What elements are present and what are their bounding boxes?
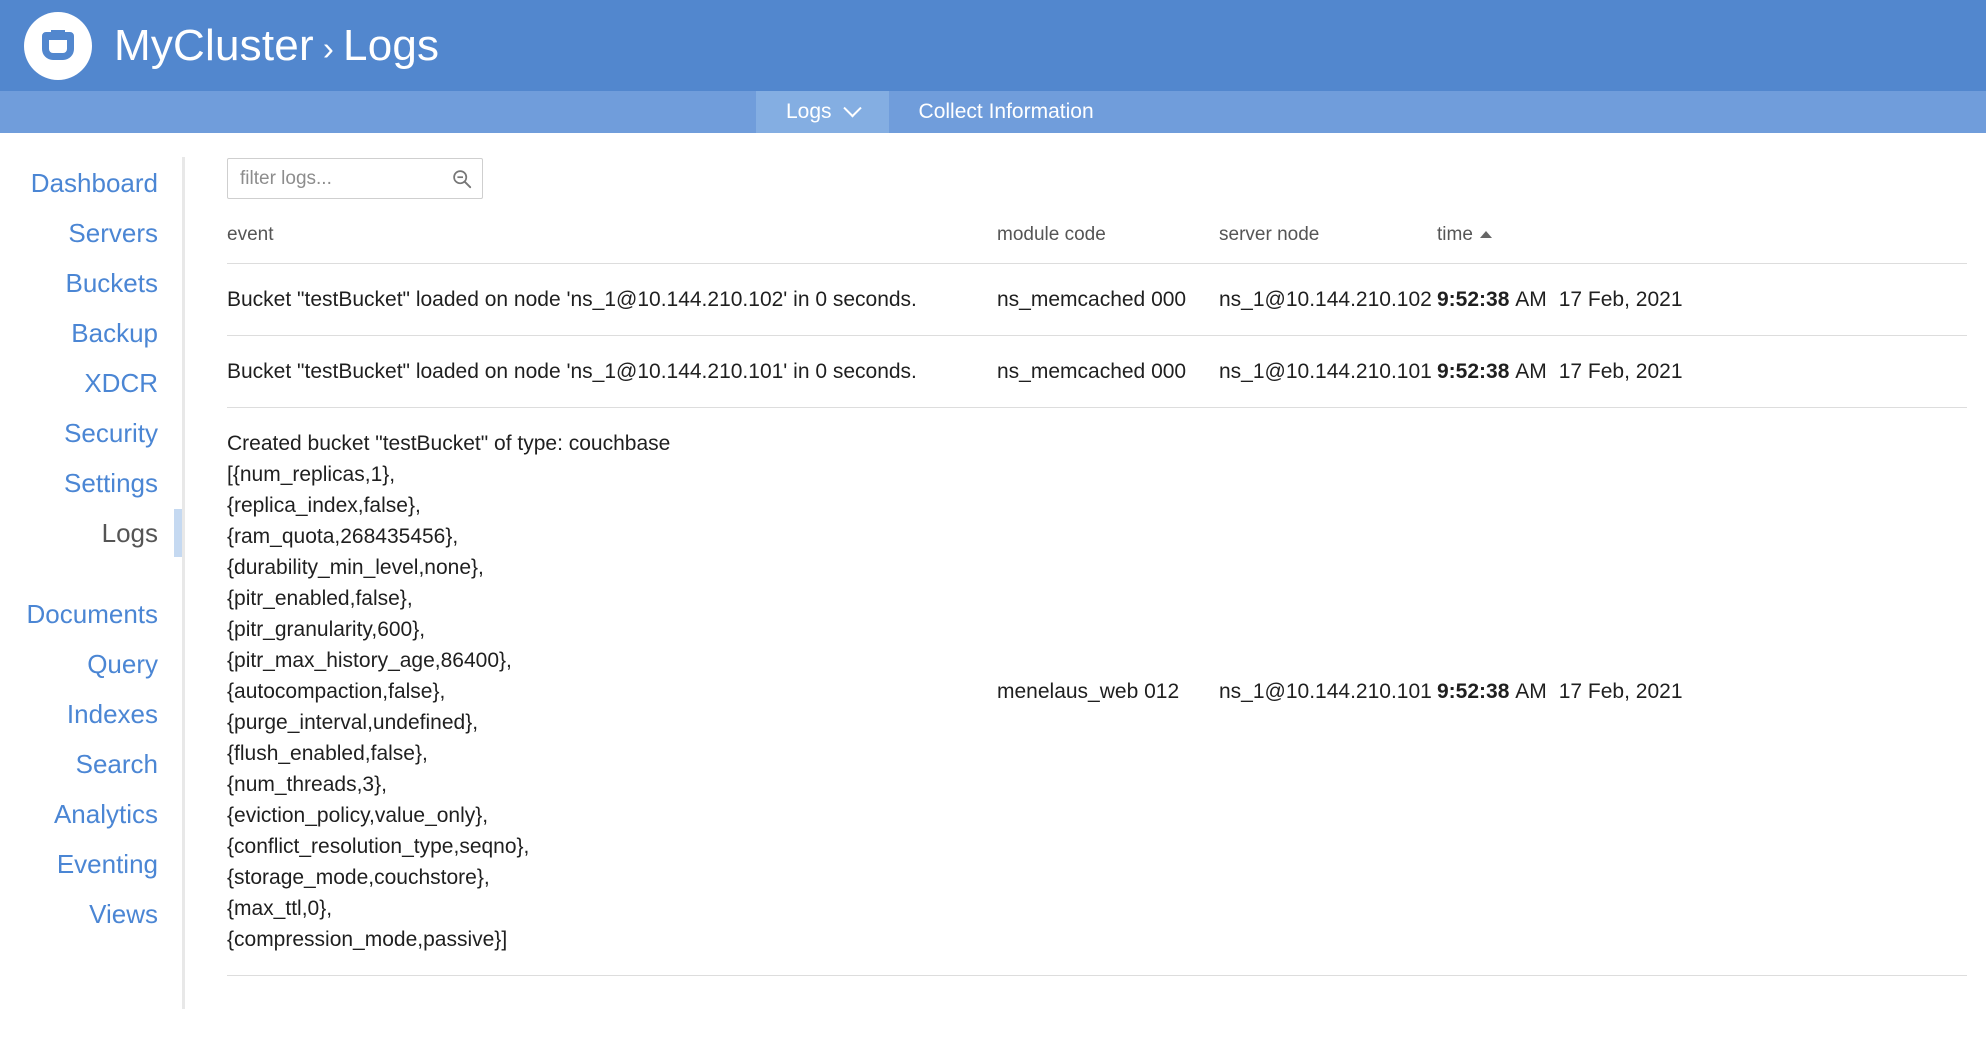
cell-event: Bucket "testBucket" loaded on node 'ns_1… — [227, 264, 997, 336]
cell-time-date: 17 Feb, 2021 — [1559, 288, 1683, 311]
sidebar-item-buckets[interactable]: Buckets — [0, 258, 185, 308]
app-header: MyCluster › Logs — [0, 0, 1986, 91]
sidebar-item-query[interactable]: Query — [0, 639, 185, 689]
main-content: event module code server node time Bucke… — [185, 133, 1986, 1044]
cell-server-node: ns_1@10.144.210.101 — [1219, 408, 1437, 976]
filter-logs-field[interactable] — [227, 158, 483, 199]
sidebar-item-dashboard[interactable]: Dashboard — [0, 158, 185, 208]
sidebar-active-indicator — [174, 509, 182, 557]
table-row[interactable]: Bucket "testBucket" loaded on node 'ns_1… — [227, 264, 1967, 336]
sidebar-group-spacer — [0, 558, 185, 589]
column-header-event[interactable]: event — [227, 224, 997, 264]
sidebar-item-search[interactable]: Search — [0, 739, 185, 789]
sidebar-item-logs-label: Logs — [102, 518, 158, 548]
caret-up-icon — [1480, 231, 1492, 238]
sidebar-group-secondary: Documents Query Indexes Search Analytics… — [0, 589, 185, 939]
cell-time: 9:52:38 AM 17 Feb, 2021 — [1437, 408, 1967, 976]
cell-time-value: 9:52:38 — [1437, 360, 1509, 383]
sidebar-item-xdcr[interactable]: XDCR — [0, 358, 185, 408]
cell-event: Bucket "testBucket" loaded on node 'ns_1… — [227, 336, 997, 408]
cell-time-value: 9:52:38 — [1437, 288, 1509, 311]
sidebar-item-servers[interactable]: Servers — [0, 208, 185, 258]
column-header-time[interactable]: time — [1437, 224, 1967, 264]
page-body: Dashboard Servers Buckets Backup XDCR Se… — [0, 133, 1986, 1044]
cell-event: Created bucket "testBucket" of type: cou… — [227, 408, 997, 976]
sidebar-item-views[interactable]: Views — [0, 889, 185, 939]
cell-time-ampm: AM — [1515, 360, 1547, 383]
cell-time-ampm: AM — [1515, 680, 1547, 703]
sidebar: Dashboard Servers Buckets Backup XDCR Se… — [0, 133, 185, 1044]
cell-time-value: 9:52:38 — [1437, 680, 1509, 703]
cell-time-date: 17 Feb, 2021 — [1559, 680, 1683, 703]
breadcrumb-cluster-name[interactable]: MyCluster — [114, 21, 314, 71]
table-row[interactable]: Bucket "testBucket" loaded on node 'ns_1… — [227, 336, 1967, 408]
sidebar-item-security[interactable]: Security — [0, 408, 185, 458]
column-header-server-node[interactable]: server node — [1219, 224, 1437, 264]
sidebar-divider — [182, 157, 185, 1009]
cell-time-date: 17 Feb, 2021 — [1559, 360, 1683, 383]
cell-module-code: ns_memcached 000 — [997, 336, 1219, 408]
table-row[interactable]: Created bucket "testBucket" of type: cou… — [227, 408, 1967, 976]
breadcrumb: MyCluster › Logs — [114, 21, 439, 71]
cell-module-code: ns_memcached 000 — [997, 264, 1219, 336]
chevron-down-icon[interactable] — [843, 99, 861, 117]
tab-collect-information-label: Collect Information — [919, 100, 1094, 124]
filter-logs-input[interactable] — [228, 159, 482, 198]
sidebar-item-documents[interactable]: Documents — [0, 589, 185, 639]
cell-server-node: ns_1@10.144.210.102 — [1219, 264, 1437, 336]
cell-time: 9:52:38 AM 17 Feb, 2021 — [1437, 336, 1967, 408]
breadcrumb-section: Logs — [343, 21, 439, 71]
tab-collect-information[interactable]: Collect Information — [889, 91, 1124, 133]
logs-table-body: Bucket "testBucket" loaded on node 'ns_1… — [227, 264, 1967, 976]
cell-time-ampm: AM — [1515, 288, 1547, 311]
cell-module-code: menelaus_web 012 — [997, 408, 1219, 976]
tab-logs-label: Logs — [786, 100, 832, 124]
sidebar-item-backup[interactable]: Backup — [0, 308, 185, 358]
sidebar-item-settings[interactable]: Settings — [0, 458, 185, 508]
breadcrumb-separator-icon: › — [323, 30, 334, 68]
sidebar-item-indexes[interactable]: Indexes — [0, 689, 185, 739]
sidebar-item-logs[interactable]: Logs — [0, 508, 185, 558]
search-icon[interactable] — [452, 169, 472, 189]
column-header-time-label: time — [1437, 224, 1473, 245]
sidebar-item-analytics[interactable]: Analytics — [0, 789, 185, 839]
cell-server-node: ns_1@10.144.210.101 — [1219, 336, 1437, 408]
logs-table-header: event module code server node time — [227, 224, 1967, 264]
sidebar-group-primary: Dashboard Servers Buckets Backup XDCR Se… — [0, 158, 185, 558]
sidebar-item-eventing[interactable]: Eventing — [0, 839, 185, 889]
column-header-module-code[interactable]: module code — [997, 224, 1219, 264]
table-header-row: event module code server node time — [227, 224, 1967, 264]
section-tabbar: Logs Collect Information — [0, 91, 1986, 133]
couchbase-logo-icon — [24, 12, 92, 80]
tab-logs[interactable]: Logs — [756, 91, 889, 133]
cell-time: 9:52:38 AM 17 Feb, 2021 — [1437, 264, 1967, 336]
logs-table: event module code server node time Bucke… — [227, 224, 1967, 976]
